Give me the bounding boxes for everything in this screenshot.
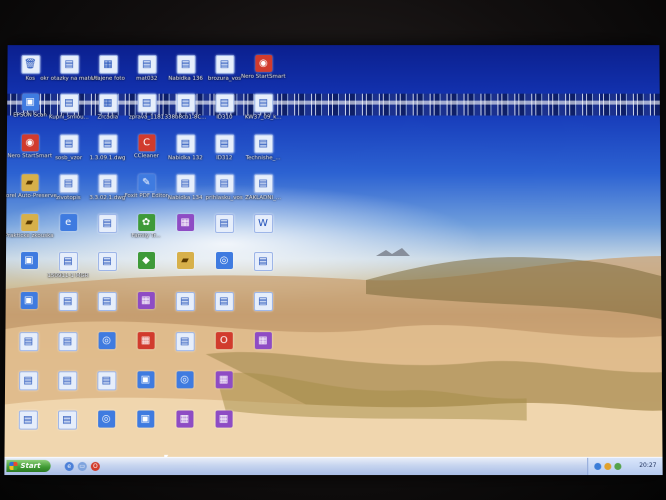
desktop-icon-image: W xyxy=(253,214,273,234)
desktop-icon-image: ▦ xyxy=(215,410,233,428)
desktop-icon-image: ▣ xyxy=(21,93,39,111)
start-label: Start xyxy=(20,461,41,470)
desktop-icon-image: ▤ xyxy=(137,93,157,113)
desktop-icon-label: Technishe_... xyxy=(245,155,281,162)
desktop-icon-label: ZAKLADNI_... xyxy=(245,195,282,202)
desktop-icon-label: Prakticke zkouska xyxy=(4,233,54,240)
desktop-icon-image: ✎ xyxy=(137,174,155,192)
tray-network-icon[interactable] xyxy=(594,462,602,470)
desktop-icon-image: ▤ xyxy=(57,410,77,430)
quicklaunch-desktop-icon[interactable]: ▭ xyxy=(77,461,87,471)
desktop-icon-image: ◆ xyxy=(137,252,155,270)
desktop-icon[interactable]: W xyxy=(234,214,292,235)
desktop-icon-image: ▰ xyxy=(176,252,194,270)
tray-volume-icon[interactable] xyxy=(614,462,622,470)
quicklaunch-opera-icon[interactable]: O xyxy=(90,461,100,471)
desktop-icon[interactable]: ▦ xyxy=(194,410,252,429)
desktop-icon-image: ▤ xyxy=(253,134,273,154)
desktop-icon-image: ▤ xyxy=(253,93,273,113)
desktop-icon-image: ▤ xyxy=(214,93,234,113)
desktop-icon-image: ▤ xyxy=(98,134,118,154)
desktop-icon-label: KW37_09_k... xyxy=(244,114,282,121)
desktop-icon-image: ▤ xyxy=(176,93,196,113)
desktop-icon-label: Family Tr... xyxy=(131,233,161,240)
desktop-icon-image: ▦ xyxy=(254,332,272,350)
desktop-icon-image: ▤ xyxy=(253,292,273,312)
desktop-icon-image: ◎ xyxy=(176,371,194,389)
desktop-screen: 🗑 Kos ▤ okr otazky na maturitu ▦ Utajene foto… xyxy=(4,45,663,476)
desktop-icon-image: ▰ xyxy=(20,174,39,192)
desktop-icon-image: ▦ xyxy=(215,371,233,389)
desktop-icon-image: ▤ xyxy=(57,332,78,352)
desktop-icon[interactable]: ▦ xyxy=(195,371,253,390)
desktop-icon-image: ◎ xyxy=(215,252,233,270)
desktop-icon-image: ▤ xyxy=(214,214,234,234)
desktop-icon-image: ▤ xyxy=(214,134,234,154)
desktop-icon-image: ▤ xyxy=(214,292,234,312)
desktop-icon-image: ▤ xyxy=(59,93,79,113)
desktop-icon-label: 150911-1 MGR xyxy=(47,273,89,280)
desktop-icon-image: ▤ xyxy=(18,410,38,430)
desktop-icon-image: ▤ xyxy=(97,252,117,272)
desktop-icon-image: ▤ xyxy=(97,292,117,312)
desktop-icon-image: ◎ xyxy=(98,332,116,350)
desktop-icon-image: ▦ xyxy=(98,55,118,74)
desktop-icon-image: ▣ xyxy=(136,410,154,428)
desktop-icon-image: ▤ xyxy=(58,174,79,194)
desktop-icon-image: O xyxy=(215,332,233,350)
quicklaunch-browser-icon[interactable]: e xyxy=(64,461,74,471)
desktop-icon-image: ▤ xyxy=(97,174,117,194)
desktop-icon-label: Nero StartSmart xyxy=(240,73,286,80)
desktop-icon[interactable]: ▤ Technishe_... xyxy=(234,134,292,161)
desktop-icon-image: ▤ xyxy=(253,174,273,194)
desktop-icon[interactable]: ▤ xyxy=(234,252,292,273)
desktop-icon[interactable]: ▦ xyxy=(234,332,292,351)
tray-security-icon[interactable] xyxy=(604,462,612,470)
desktop-icon-image: ▤ xyxy=(176,55,196,74)
desktop-icon-image: ▤ xyxy=(175,174,195,194)
system-tray: 20:27 xyxy=(587,457,663,476)
desktop-icon-image: ▤ xyxy=(175,292,195,312)
desktop-icon-image: ▤ xyxy=(58,252,78,272)
desktop-icon-image: ▤ xyxy=(214,174,234,194)
desktop-icon-image: ▤ xyxy=(215,55,234,74)
taskbar: Start e ▭ O 20:27 xyxy=(4,456,663,476)
desktop-icon-image: ▤ xyxy=(97,214,117,234)
windows-logo-icon xyxy=(9,461,18,470)
desktop-icon-image: 🗑 xyxy=(20,55,40,74)
desktop-icon-image: ▦ xyxy=(176,214,194,232)
desktop-icon-image: ▤ xyxy=(58,292,78,312)
desktop-icon-image: ▤ xyxy=(175,332,195,352)
desktop-icon[interactable]: ◉ Nero StartSmart xyxy=(234,55,292,80)
desktop-icon-image: ▤ xyxy=(96,371,116,391)
desktop-icon-image: ◉ xyxy=(21,134,39,152)
desktop-icon-image: ▰ xyxy=(20,214,38,232)
desktop-icon-image: ◎ xyxy=(97,410,115,428)
desktop-icon-image: ▤ xyxy=(137,55,157,74)
desktop-icon-image: ▤ xyxy=(18,332,38,352)
desktop-icon-image: ▦ xyxy=(137,292,155,310)
desktop-icon-image: ▤ xyxy=(253,252,273,272)
taskbar-clock: 20:27 xyxy=(639,461,657,469)
desktop-icon-image: ▣ xyxy=(136,371,155,389)
desktop-icon-image: ◉ xyxy=(254,55,272,72)
desktop-icon-image: ▦ xyxy=(175,410,194,428)
desktop-icon-image: ▣ xyxy=(20,252,38,270)
desktop-icon-image: ▦ xyxy=(137,332,155,350)
desktop-icon[interactable]: ▤ xyxy=(234,292,292,313)
desktop-icon-image: ▤ xyxy=(57,371,77,391)
desktop-icon[interactable]: ▤ ZAKLADNI_... xyxy=(234,174,292,201)
start-button[interactable]: Start xyxy=(6,459,51,473)
desktop-icon-image: ✿ xyxy=(137,214,155,232)
desktop-icon-image: e xyxy=(59,214,77,232)
desktop-icon-image: ▤ xyxy=(59,134,79,154)
desktop-icon-image: C xyxy=(137,134,156,152)
desktop-icon-image: ▦ xyxy=(98,93,118,113)
desktop-icon[interactable]: ▤ KW37_09_k... xyxy=(234,93,292,121)
desktop-icon-image: ▤ xyxy=(18,371,38,391)
desktop-icon-image: ▤ xyxy=(175,134,195,154)
desktop-icon-image: ▤ xyxy=(59,55,79,74)
desktop-icon-image: ▣ xyxy=(20,292,38,310)
